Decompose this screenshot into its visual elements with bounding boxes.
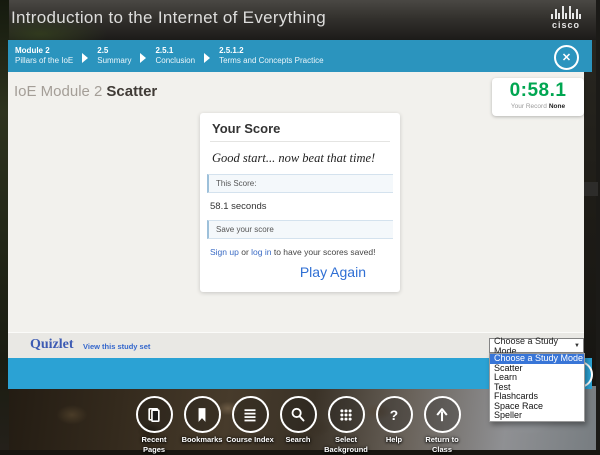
timer-card: 0:58.1 Your RecordNone [492, 78, 584, 116]
chevron-right-icon [82, 53, 88, 63]
recent-pages-button[interactable]: Recent Pages [130, 396, 178, 455]
return-to-class-button[interactable]: Return to Class [418, 396, 466, 455]
play-again-button[interactable]: Play Again [200, 264, 366, 280]
score-dialog: Your Score Good start... now beat that t… [200, 113, 400, 292]
cisco-logo: cisco [544, 6, 588, 30]
study-mode-option-scatter[interactable]: Scatter [490, 364, 584, 374]
dialog-title: Your Score [210, 121, 390, 142]
course-index-button[interactable]: Course Index [226, 396, 274, 455]
breadcrumb-item-summary[interactable]: 2.5 Summary [97, 46, 131, 66]
sign-up-link[interactable]: Sign up [210, 247, 239, 257]
breadcrumb-item-module[interactable]: Module 2 Pillars of the IoE [15, 46, 73, 66]
close-icon: ✕ [562, 51, 571, 64]
chevron-down-icon: ▼ [574, 343, 580, 349]
study-mode-select[interactable]: Choose a Study Mode ▼ [489, 338, 584, 353]
page-title: IoE Module 2Scatter [14, 83, 157, 100]
chevron-right-icon [204, 53, 210, 63]
breadcrumb: Module 2 Pillars of the IoE 2.5 Summary … [8, 46, 324, 66]
return-to-class-icon [431, 404, 453, 426]
breadcrumb-bar: Module 2 Pillars of the IoE 2.5 Summary … [8, 40, 592, 72]
breadcrumb-item-practice[interactable]: 2.5.1.2 Terms and Concepts Practice [219, 46, 324, 66]
log-in-link[interactable]: log in [251, 247, 271, 257]
score-value: 58.1 seconds [210, 201, 400, 212]
view-study-set-link[interactable]: View this study set [83, 342, 150, 351]
course-title: Introduction to the Internet of Everythi… [11, 8, 326, 28]
close-button[interactable]: ✕ [554, 45, 579, 70]
course-index-icon [239, 404, 261, 426]
bookmarks-button[interactable]: Bookmarks [178, 396, 226, 455]
study-mode-option-speller[interactable]: Speller [490, 411, 584, 421]
save-score-header: Save your score [207, 220, 393, 239]
select-background-icon [335, 404, 357, 426]
page-title-mode: Scatter [106, 83, 157, 100]
scrollbar-track[interactable] [584, 72, 598, 358]
recent-pages-icon [143, 404, 165, 426]
select-background-button[interactable]: Select Background [322, 396, 370, 455]
study-mode-option-space-race[interactable]: Space Race [490, 402, 584, 412]
search-icon [287, 404, 309, 426]
study-mode-dropdown-list: Choose a Study Mode Scatter Learn Test F… [489, 353, 585, 422]
help-button[interactable]: ? Help [370, 396, 418, 455]
this-score-header: This Score: [207, 174, 393, 193]
timer-value: 0:58.1 [492, 80, 584, 102]
quizlet-logo[interactable]: Quizlet [30, 337, 74, 353]
help-icon: ? [383, 404, 405, 426]
chevron-right-icon [140, 53, 146, 63]
cisco-logo-icon [544, 6, 588, 19]
bookmarks-icon [191, 404, 213, 426]
study-mode-option-learn[interactable]: Learn [490, 373, 584, 383]
save-score-text: Sign up or log in to have your scores sa… [210, 247, 390, 257]
record-value: None [549, 103, 565, 110]
search-button[interactable]: Search [274, 396, 322, 455]
dialog-message: Good start... now beat that time! [212, 151, 388, 166]
bottom-toolbar: Recent Pages Bookmarks Course Index Sear… [130, 396, 470, 455]
scrollbar-thumb[interactable] [584, 182, 598, 196]
page-title-prefix: IoE Module 2 [14, 83, 102, 100]
study-mode-option-choose[interactable]: Choose a Study Mode [490, 354, 584, 364]
svg-text:?: ? [390, 407, 398, 422]
study-mode-option-test[interactable]: Test [490, 383, 584, 393]
breadcrumb-item-conclusion[interactable]: 2.5.1 Conclusion [155, 46, 195, 66]
cisco-logo-text: cisco [544, 20, 588, 30]
study-mode-option-flashcards[interactable]: Flashcards [490, 392, 584, 402]
timer-record: Your RecordNone [492, 103, 584, 110]
